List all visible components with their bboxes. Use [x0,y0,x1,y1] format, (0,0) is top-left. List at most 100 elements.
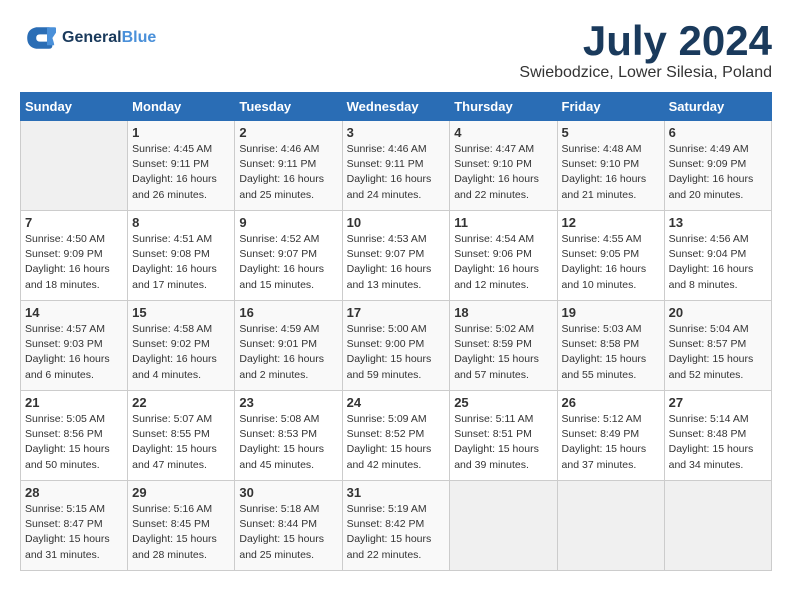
calendar-week-row: 7 Sunrise: 4:50 AM Sunset: 9:09 PM Daylig… [21,211,772,301]
page-header: GeneralBlue July 2024 Swiebodzice, Lower… [20,20,772,82]
day-number: 9 [239,215,337,230]
day-number: 2 [239,125,337,140]
day-info: Sunrise: 4:54 AM Sunset: 9:06 PM Dayligh… [454,232,552,293]
day-number: 11 [454,215,552,230]
calendar-cell: 29 Sunrise: 5:16 AM Sunset: 8:45 PM Dayli… [128,481,235,571]
calendar-week-row: 1 Sunrise: 4:45 AM Sunset: 9:11 PM Daylig… [21,121,772,211]
calendar-cell: 9 Sunrise: 4:52 AM Sunset: 9:07 PM Daylig… [235,211,342,301]
day-number: 4 [454,125,552,140]
day-info: Sunrise: 4:46 AM Sunset: 9:11 PM Dayligh… [347,142,446,203]
day-number: 27 [669,395,767,410]
calendar-cell: 26 Sunrise: 5:12 AM Sunset: 8:49 PM Dayli… [557,391,664,481]
day-number: 10 [347,215,446,230]
day-info: Sunrise: 4:53 AM Sunset: 9:07 PM Dayligh… [347,232,446,293]
weekday-header: Wednesday [342,93,450,121]
logo-icon [20,20,56,56]
day-number: 13 [669,215,767,230]
calendar-cell: 19Sunrise: 5:03 AM Sunset: 8:58 PM Dayli… [557,301,664,391]
calendar-week-row: 14 Sunrise: 4:57 AM Sunset: 9:03 PM Dayli… [21,301,772,391]
weekday-header: Tuesday [235,93,342,121]
day-number: 16 [239,305,337,320]
weekday-header: Sunday [21,93,128,121]
calendar-cell: 2 Sunrise: 4:46 AM Sunset: 9:11 PM Daylig… [235,121,342,211]
calendar-cell: 13 Sunrise: 4:56 AM Sunset: 9:04 PM Dayli… [664,211,771,301]
calendar-cell: 20 Sunrise: 5:04 AM Sunset: 8:57 PM Dayli… [664,301,771,391]
calendar-cell: 30 Sunrise: 5:18 AM Sunset: 8:44 PM Dayli… [235,481,342,571]
calendar-cell: 10 Sunrise: 4:53 AM Sunset: 9:07 PM Dayli… [342,211,450,301]
day-info: Sunrise: 5:05 AM Sunset: 8:56 PM Dayligh… [25,412,123,473]
calendar-cell: 17 Sunrise: 5:00 AM Sunset: 9:00 PM Dayli… [342,301,450,391]
calendar-week-row: 21 Sunrise: 5:05 AM Sunset: 8:56 PM Dayli… [21,391,772,481]
calendar-cell: 1 Sunrise: 4:45 AM Sunset: 9:11 PM Daylig… [128,121,235,211]
day-info: Sunrise: 5:16 AM Sunset: 8:45 PM Dayligh… [132,502,230,563]
day-info: Sunrise: 5:04 AM Sunset: 8:57 PM Dayligh… [669,322,767,383]
day-number: 23 [239,395,337,410]
calendar-cell: 12Sunrise: 4:55 AM Sunset: 9:05 PM Dayli… [557,211,664,301]
calendar-cell: 8Sunrise: 4:51 AM Sunset: 9:08 PM Daylig… [128,211,235,301]
weekday-header: Monday [128,93,235,121]
calendar-cell: 14 Sunrise: 4:57 AM Sunset: 9:03 PM Dayli… [21,301,128,391]
day-number: 24 [347,395,446,410]
calendar-cell [664,481,771,571]
day-number: 30 [239,485,337,500]
calendar-cell: 31 Sunrise: 5:19 AM Sunset: 8:42 PM Dayli… [342,481,450,571]
calendar-cell: 5Sunrise: 4:48 AM Sunset: 9:10 PM Daylig… [557,121,664,211]
day-info: Sunrise: 5:14 AM Sunset: 8:48 PM Dayligh… [669,412,767,473]
day-info: Sunrise: 4:57 AM Sunset: 9:03 PM Dayligh… [25,322,123,383]
day-number: 17 [347,305,446,320]
calendar-cell: 6 Sunrise: 4:49 AM Sunset: 9:09 PM Daylig… [664,121,771,211]
day-info: Sunrise: 4:55 AM Sunset: 9:05 PM Dayligh… [562,232,660,293]
calendar-cell: 15Sunrise: 4:58 AM Sunset: 9:02 PM Dayli… [128,301,235,391]
calendar-cell: 22 Sunrise: 5:07 AM Sunset: 8:55 PM Dayli… [128,391,235,481]
day-number: 15 [132,305,230,320]
calendar-cell: 7 Sunrise: 4:50 AM Sunset: 9:09 PM Daylig… [21,211,128,301]
day-info: Sunrise: 4:56 AM Sunset: 9:04 PM Dayligh… [669,232,767,293]
calendar-cell: 16Sunrise: 4:59 AM Sunset: 9:01 PM Dayli… [235,301,342,391]
calendar-week-row: 28Sunrise: 5:15 AM Sunset: 8:47 PM Dayli… [21,481,772,571]
day-number: 31 [347,485,446,500]
day-number: 1 [132,125,230,140]
day-info: Sunrise: 4:48 AM Sunset: 9:10 PM Dayligh… [562,142,660,203]
calendar-cell [21,121,128,211]
day-info: Sunrise: 4:49 AM Sunset: 9:09 PM Dayligh… [669,142,767,203]
day-info: Sunrise: 4:45 AM Sunset: 9:11 PM Dayligh… [132,142,230,203]
day-number: 26 [562,395,660,410]
calendar-cell: 21 Sunrise: 5:05 AM Sunset: 8:56 PM Dayli… [21,391,128,481]
day-number: 6 [669,125,767,140]
weekday-header: Thursday [450,93,557,121]
calendar-cell: 18Sunrise: 5:02 AM Sunset: 8:59 PM Dayli… [450,301,557,391]
day-number: 20 [669,305,767,320]
location-title: Swiebodzice, Lower Silesia, Poland [519,64,772,82]
day-number: 7 [25,215,123,230]
day-info: Sunrise: 4:46 AM Sunset: 9:11 PM Dayligh… [239,142,337,203]
title-section: July 2024 Swiebodzice, Lower Silesia, Po… [519,20,772,82]
day-info: Sunrise: 5:09 AM Sunset: 8:52 PM Dayligh… [347,412,446,473]
day-info: Sunrise: 5:18 AM Sunset: 8:44 PM Dayligh… [239,502,337,563]
calendar-cell: 28Sunrise: 5:15 AM Sunset: 8:47 PM Dayli… [21,481,128,571]
calendar-cell: 11 Sunrise: 4:54 AM Sunset: 9:06 PM Dayli… [450,211,557,301]
day-info: Sunrise: 5:03 AM Sunset: 8:58 PM Dayligh… [562,322,660,383]
day-info: Sunrise: 5:19 AM Sunset: 8:42 PM Dayligh… [347,502,446,563]
weekday-header-row: SundayMondayTuesdayWednesdayThursdayFrid… [21,93,772,121]
day-info: Sunrise: 5:15 AM Sunset: 8:47 PM Dayligh… [25,502,123,563]
day-number: 29 [132,485,230,500]
logo: GeneralBlue [20,20,156,56]
logo-text: GeneralBlue [62,29,156,47]
calendar-cell: 4 Sunrise: 4:47 AM Sunset: 9:10 PM Daylig… [450,121,557,211]
day-number: 14 [25,305,123,320]
day-info: Sunrise: 4:52 AM Sunset: 9:07 PM Dayligh… [239,232,337,293]
calendar-cell: 27 Sunrise: 5:14 AM Sunset: 8:48 PM Dayli… [664,391,771,481]
day-info: Sunrise: 5:11 AM Sunset: 8:51 PM Dayligh… [454,412,552,473]
day-info: Sunrise: 4:50 AM Sunset: 9:09 PM Dayligh… [25,232,123,293]
calendar-cell: 25 Sunrise: 5:11 AM Sunset: 8:51 PM Dayli… [450,391,557,481]
day-info: Sunrise: 5:00 AM Sunset: 9:00 PM Dayligh… [347,322,446,383]
day-info: Sunrise: 4:47 AM Sunset: 9:10 PM Dayligh… [454,142,552,203]
day-number: 22 [132,395,230,410]
day-info: Sunrise: 5:12 AM Sunset: 8:49 PM Dayligh… [562,412,660,473]
weekday-header: Saturday [664,93,771,121]
day-number: 25 [454,395,552,410]
day-number: 3 [347,125,446,140]
day-info: Sunrise: 4:51 AM Sunset: 9:08 PM Dayligh… [132,232,230,293]
day-info: Sunrise: 5:07 AM Sunset: 8:55 PM Dayligh… [132,412,230,473]
day-number: 21 [25,395,123,410]
